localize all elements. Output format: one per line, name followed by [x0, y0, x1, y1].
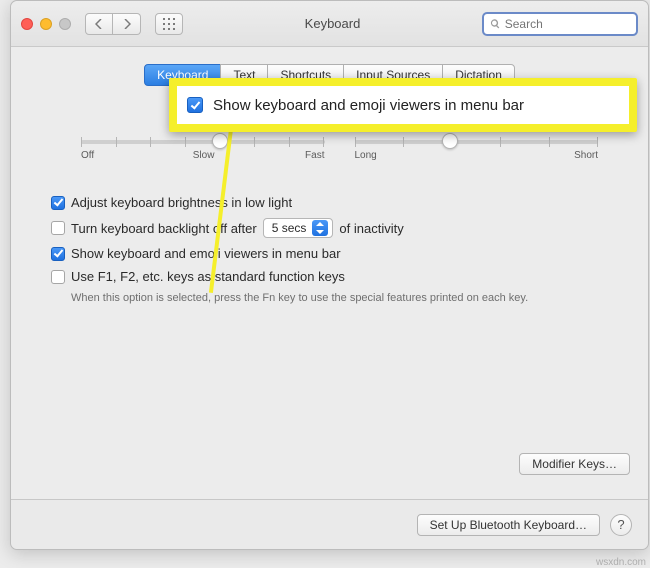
- option-brightness[interactable]: Adjust keyboard brightness in low light: [51, 195, 608, 210]
- option-label: Show keyboard and emoji viewers in menu …: [71, 246, 341, 261]
- checkbox-icon[interactable]: [51, 196, 65, 210]
- option-label: Adjust keyboard brightness in low light: [71, 195, 292, 210]
- option-label: Use F1, F2, etc. keys as standard functi…: [71, 269, 345, 284]
- option-backlight[interactable]: Turn keyboard backlight off after 5 secs…: [51, 218, 608, 238]
- grid-button[interactable]: [155, 13, 183, 35]
- option-emoji-viewers[interactable]: Show keyboard and emoji viewers in menu …: [51, 246, 608, 261]
- minimize-icon[interactable]: [40, 18, 52, 30]
- slider-label-long: Long: [355, 150, 377, 161]
- slider-label-fast: Fast: [305, 150, 324, 161]
- slider-label-slow: Slow: [193, 150, 215, 161]
- slider-track[interactable]: [81, 140, 325, 144]
- select-value: 5 secs: [272, 221, 307, 235]
- option-fn-keys[interactable]: Use F1, F2, etc. keys as standard functi…: [51, 269, 608, 284]
- window-title: Keyboard: [191, 16, 474, 31]
- watermark: wsxdn.com: [596, 557, 646, 568]
- callout-highlight: Show keyboard and emoji viewers in menu …: [169, 78, 637, 132]
- checkbox-icon: [187, 97, 203, 113]
- fn-keys-hint: When this option is selected, press the …: [71, 292, 608, 304]
- callout-label: Show keyboard and emoji viewers in menu …: [213, 97, 524, 114]
- nav-buttons: [85, 13, 141, 35]
- checkbox-icon[interactable]: [51, 270, 65, 284]
- options: Adjust keyboard brightness in low light …: [51, 195, 608, 304]
- modifier-row: Modifier Keys…: [519, 453, 630, 475]
- bluetooth-keyboard-button[interactable]: Set Up Bluetooth Keyboard…: [417, 514, 600, 536]
- slider-label-short: Short: [574, 150, 598, 161]
- search-field[interactable]: [482, 12, 638, 36]
- forward-button[interactable]: [113, 13, 141, 35]
- chevron-updown-icon: [312, 220, 328, 236]
- titlebar: Keyboard: [11, 1, 648, 47]
- search-icon: [490, 18, 501, 30]
- slider-track[interactable]: [355, 140, 599, 144]
- window-controls: [21, 18, 71, 30]
- option-label: Turn keyboard backlight off after: [71, 221, 257, 236]
- back-button[interactable]: [85, 13, 113, 35]
- content-area: Off Slow Fast Long Short Adjust keybo: [11, 126, 648, 304]
- checkbox-icon[interactable]: [51, 221, 65, 235]
- option-label: of inactivity: [339, 221, 403, 236]
- slider-label-off: Off: [81, 150, 94, 161]
- backlight-select[interactable]: 5 secs: [263, 218, 334, 238]
- close-icon[interactable]: [21, 18, 33, 30]
- zoom-icon[interactable]: [59, 18, 71, 30]
- modifier-keys-button[interactable]: Modifier Keys…: [519, 453, 630, 475]
- help-button[interactable]: ?: [610, 514, 632, 536]
- search-input[interactable]: [505, 17, 630, 31]
- checkbox-icon[interactable]: [51, 247, 65, 261]
- bottom-bar: Set Up Bluetooth Keyboard… ?: [11, 499, 648, 549]
